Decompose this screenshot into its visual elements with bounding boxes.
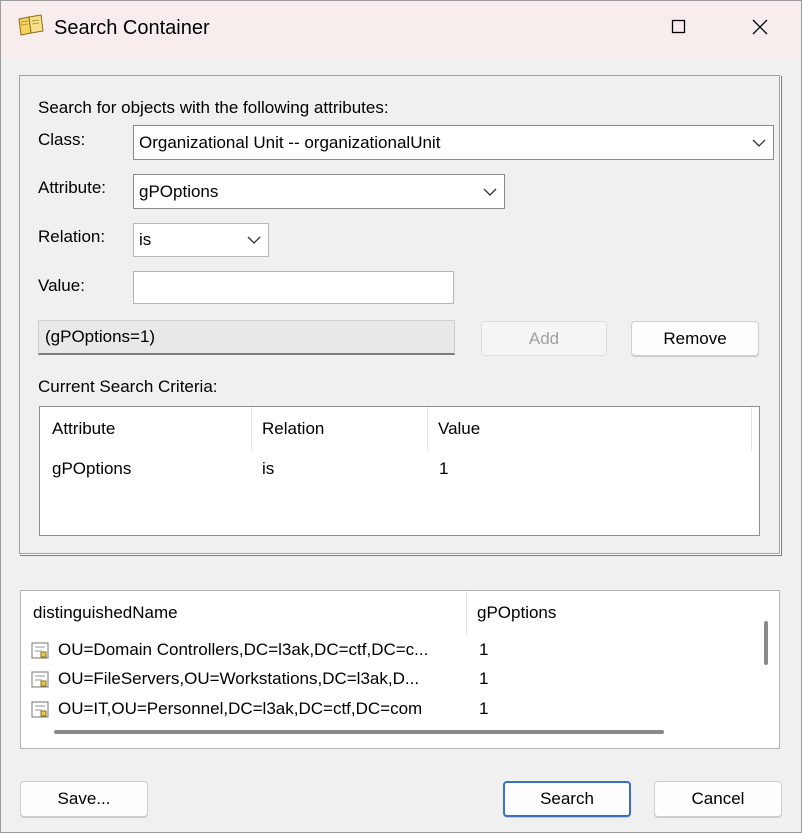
value-label: Value: [38, 276, 85, 295]
cancel-button-label: Cancel [691, 789, 745, 808]
book-icon [17, 13, 45, 37]
ou-icon [31, 669, 51, 689]
criteria-relation-cell: is [262, 459, 275, 478]
class-dropdown[interactable]: Organizational Unit -- organizationalUni… [133, 125, 774, 160]
relation-label: Relation: [38, 227, 106, 246]
cancel-button[interactable]: Cancel [654, 781, 782, 817]
result-gpoptions: 1 [479, 699, 489, 718]
column-header-label: gPOptions [477, 603, 557, 622]
window-title: Search Container [54, 17, 210, 39]
results-vertical-scrollbar[interactable] [764, 621, 768, 665]
search-heading: Search for objects with the following at… [38, 98, 389, 117]
chevron-down-icon [745, 126, 773, 159]
results-horizontal-scrollbar[interactable] [54, 730, 664, 734]
class-value: Organizational Unit -- organizationalUni… [139, 132, 441, 152]
search-button-label: Search [540, 789, 594, 808]
results-list[interactable]: distinguishedName gPOptions OU=Domain Co… [20, 590, 780, 749]
close-button[interactable] [728, 1, 792, 57]
list-item[interactable]: OU=FileServers,OU=Workstations,DC=l3ak,D… [31, 665, 471, 693]
chevron-down-icon [240, 224, 268, 256]
result-dn: OU=Domain Controllers,DC=l3ak,DC=ctf,DC=… [58, 640, 429, 659]
chevron-down-icon [476, 175, 504, 208]
filter-preview: (gPOptions=1) [38, 320, 455, 355]
result-dn: OU=IT,OU=Personnel,DC=l3ak,DC=ctf,DC=com [58, 699, 423, 718]
column-header-label: Value [438, 419, 481, 438]
column-header-distinguishedname[interactable]: distinguishedName [21, 591, 467, 635]
result-gpoptions: 1 [479, 640, 489, 659]
add-button-label: Add [528, 328, 560, 348]
result-gpoptions: 1 [479, 669, 489, 688]
column-header-label: distinguishedName [33, 603, 178, 622]
column-header-gpoptions[interactable]: gPOptions [467, 591, 767, 635]
relation-dropdown[interactable]: is [133, 223, 269, 257]
remove-button-label: Remove [663, 328, 727, 348]
maximize-icon [671, 19, 687, 40]
result-dn: OU=FileServers,OU=Workstations,DC=l3ak,D… [58, 669, 420, 688]
close-icon [752, 19, 768, 40]
save-button[interactable]: Save... [20, 781, 148, 817]
search-container-dialog: Search Container Search for objects with… [0, 0, 802, 833]
criteria-list[interactable]: Attribute Relation Value gPOptions is 1 [39, 406, 760, 536]
criteria-value-cell: 1 [439, 459, 449, 478]
class-label: Class: [38, 130, 86, 149]
relation-value: is [139, 230, 152, 249]
value-input[interactable] [133, 271, 454, 304]
criteria-attribute-cell: gPOptions [52, 459, 132, 478]
remove-button[interactable]: Remove [631, 321, 759, 356]
criteria-label: Current Search Criteria: [38, 377, 218, 396]
filter-preview-text: (gPOptions=1) [45, 327, 156, 346]
attribute-label: Attribute: [38, 178, 107, 197]
list-item[interactable]: OU=IT,OU=Personnel,DC=l3ak,DC=ctf,DC=com [31, 695, 471, 723]
attribute-dropdown[interactable]: gPOptions [133, 174, 505, 209]
maximize-button[interactable] [647, 1, 711, 57]
list-item[interactable]: OU=Domain Controllers,DC=l3ak,DC=ctf,DC=… [31, 636, 471, 664]
ou-icon [31, 640, 51, 660]
column-header-relation[interactable]: Relation [252, 407, 428, 451]
column-header-attribute[interactable]: Attribute [40, 407, 252, 451]
title-bar[interactable]: Search Container [1, 1, 801, 57]
column-header-label: Attribute [52, 419, 116, 438]
column-header-label: Relation [262, 419, 325, 438]
attribute-value: gPOptions [139, 181, 219, 201]
save-button-label: Save... [57, 789, 111, 808]
column-header-value[interactable]: Value [428, 407, 752, 451]
ou-icon [31, 699, 51, 719]
search-button[interactable]: Search [503, 781, 631, 817]
add-button[interactable]: Add [481, 321, 607, 356]
